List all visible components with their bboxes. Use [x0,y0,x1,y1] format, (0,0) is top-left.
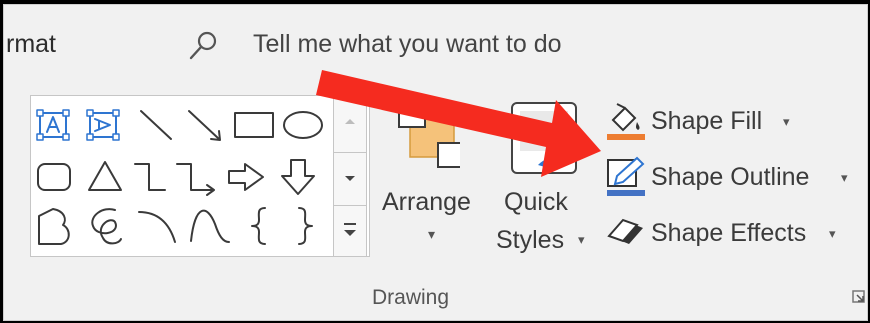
arrange-button-label[interactable]: Arrange [382,188,471,217]
down-arrow-shape-icon[interactable] [281,159,315,195]
shape-outline-button[interactable]: Shape Outline ▾ [603,154,858,202]
shape-effects-dropdown-arrow[interactable]: ▾ [829,226,836,242]
shape-outline-dropdown-arrow[interactable]: ▾ [841,170,848,186]
gallery-scroll-up-button[interactable] [333,95,367,153]
arc-shape-icon[interactable] [138,211,176,243]
freeform-shape-icon[interactable] [38,208,70,245]
rounded-rectangle-icon[interactable] [37,163,71,191]
line-shape-icon[interactable] [140,110,172,140]
quick-styles-label-line1[interactable]: Quick [504,188,568,217]
chevron-down-icon [345,176,355,181]
shape-outline-label: Shape Outline [651,163,810,191]
gallery-scroll-down-button[interactable] [333,152,367,206]
dialog-launcher-icon[interactable] [852,290,866,304]
paint-bucket-icon [607,103,645,140]
shape-effects-button[interactable]: Shape Effects ▾ [603,210,848,258]
pencil-outline-icon [607,156,645,196]
rectangle-shape-icon[interactable] [234,112,274,138]
right-brace-icon[interactable] [298,207,313,245]
more-icon [344,223,356,236]
gallery-more-button[interactable] [333,205,367,257]
left-brace-icon[interactable] [251,207,266,245]
shapes-gallery[interactable] [30,95,370,257]
drawing-group-label: Drawing [372,286,450,309]
text-box-icon[interactable] [36,109,70,141]
shape-fill-label: Shape Fill [651,107,763,135]
arrange-dropdown-arrow[interactable]: ▾ [428,226,435,243]
curve-shape-icon[interactable] [190,209,230,243]
shape-effects-label: Shape Effects [651,219,807,247]
chevron-up-icon [345,119,355,124]
scribble-icon[interactable] [91,208,122,245]
oval-shape-icon[interactable] [283,111,323,139]
arrow-line-icon[interactable] [188,110,221,141]
vertical-text-box-icon[interactable] [86,109,120,141]
elbow-connector-icon[interactable] [134,163,166,191]
elbow-arrow-connector-icon[interactable] [176,163,215,196]
shape-fill-button[interactable]: Shape Fill ▾ [603,98,803,146]
search-icon[interactable] [188,30,218,62]
arrange-icon[interactable] [396,99,460,173]
quick-styles-icon[interactable] [506,99,582,179]
tell-me-search-box[interactable]: Tell me what you want to do [253,30,562,59]
right-arrow-shape-icon[interactable] [228,163,264,191]
triangle-shape-icon[interactable] [88,161,122,191]
quick-styles-dropdown-arrow[interactable]: ▾ [578,232,585,248]
shape-effects-icon [607,218,643,244]
shape-fill-dropdown-arrow[interactable]: ▾ [783,114,790,130]
format-tab-label[interactable]: rmat [6,30,56,59]
quick-styles-label-line2[interactable]: Styles [496,226,564,255]
